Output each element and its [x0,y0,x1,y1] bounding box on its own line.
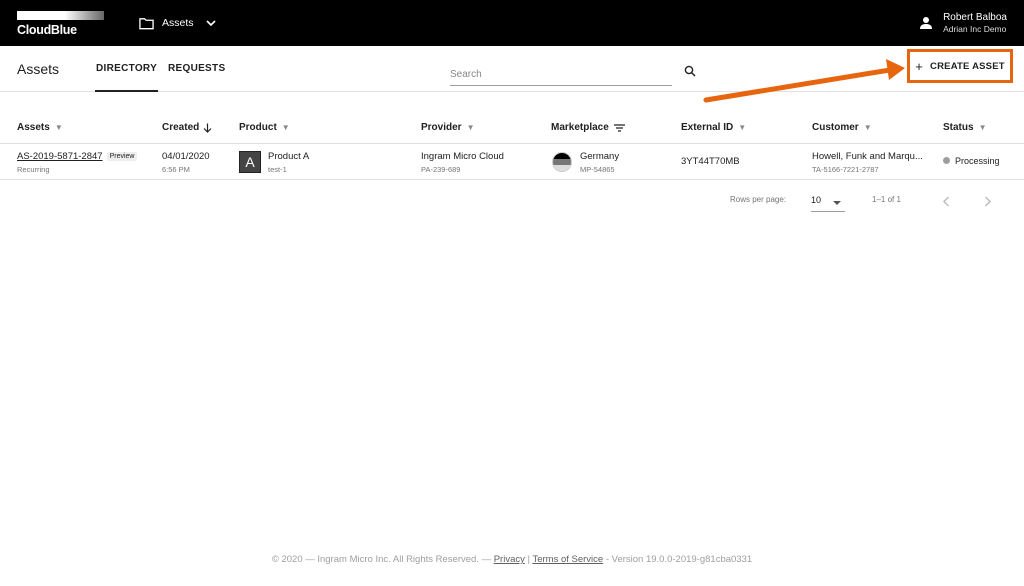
page-title: Assets [17,61,60,77]
product-sub: test-1 [268,165,287,174]
pagination-range: 1–1 of 1 [872,195,901,204]
column-header-customer[interactable]: Customer ▼ [812,122,872,133]
user-icon [920,17,933,29]
column-header-product[interactable]: Product ▼ [239,122,290,133]
marketplace-id: MP-54865 [580,165,615,174]
marketplace-cell: Germany MP-54865 [580,151,619,174]
sort-caret-icon: ▼ [466,123,475,132]
terms-link[interactable]: Terms of Service [532,554,603,565]
previous-page-icon[interactable] [942,196,950,207]
sub-nav: Assets DIRECTORY REQUESTS Search + CREAT… [0,46,1024,92]
rows-per-page-label: Rows per page: [730,195,787,204]
user-account: Adrian Inc Demo [943,24,1007,34]
footer: © 2020 — Ingram Micro Inc. All Rights Re… [0,554,1024,565]
tab-directory[interactable]: DIRECTORY [94,63,159,92]
footer-copyright: © 2020 — Ingram Micro Inc. All Rights Re… [271,554,492,565]
module-label: Assets [162,17,194,29]
module-switcher[interactable]: Assets [139,14,216,32]
tab-requests[interactable]: REQUESTS [168,63,225,74]
germany-flag-icon [552,152,572,172]
user-menu[interactable]: Robert Balboa Adrian Inc Demo [919,12,1007,34]
provider-name: Ingram Micro Cloud [421,151,504,162]
customer-cell: Howell, Funk and Marqu... TA-5166-7221-2… [812,151,923,174]
status-dot-icon [943,157,950,164]
sort-caret-icon: ▼ [738,123,747,132]
create-asset-button[interactable]: + CREATE ASSET [907,49,1013,83]
next-page-icon[interactable] [984,196,992,207]
column-header-marketplace[interactable]: Marketplace [551,122,625,133]
created-cell: 04/01/2020 6:56 PM [162,151,210,174]
customer-id: TA-5166-7221-2787 [812,165,879,174]
customer-name: Howell, Funk and Marqu... [812,151,923,162]
rows-per-page-select[interactable]: 10 [811,192,845,212]
column-header-external-id[interactable]: External ID ▼ [681,122,746,133]
create-asset-label: CREATE ASSET [930,60,1005,72]
marketplace-name: Germany [580,151,620,162]
asset-cell: AS-2019-5871-2847 Preview Recurring [17,151,138,174]
table-row[interactable]: AS-2019-5871-2847 Preview Recurring 04/01… [0,144,1024,180]
sort-caret-icon: ▼ [863,123,872,132]
provider-cell: Ingram Micro Cloud PA-239-689 [421,151,504,174]
column-header-assets[interactable]: Assets ▼ [17,122,63,133]
folder-icon [139,17,154,29]
column-header-status[interactable]: Status ▼ [943,122,986,133]
column-header-provider[interactable]: Provider ▼ [421,122,475,133]
footer-version: - Version 19.0.0-2019-g81cba0331 [605,554,753,565]
filter-icon[interactable] [613,123,625,132]
status-cell: Processing [943,156,1000,166]
status-badge: Processing [955,156,1000,166]
brand-name: CloudBlue [17,23,77,37]
external-id: 3YT44T70MB [681,156,740,167]
plus-icon: + [915,58,924,74]
created-date: 04/01/2020 [162,151,210,162]
dropdown-caret-icon [833,201,841,205]
asset-type: Recurring [17,165,50,174]
product-name: Product A [268,151,310,162]
search-icon[interactable] [684,65,696,77]
sort-caret-icon: ▼ [978,123,987,132]
sort-caret-icon: ▼ [281,123,290,132]
footer-separator: | [527,554,530,565]
arrow-down-icon [203,123,212,133]
chevron-down-icon [205,19,216,26]
column-header-created[interactable]: Created [162,122,212,133]
product-cell: Product A test-1 [268,151,309,174]
provider-id: PA-239-689 [421,165,461,174]
asset-id-link[interactable]: AS-2019-5871-2847 [17,151,103,162]
search-input[interactable]: Search [450,65,672,86]
preview-badge: Preview [106,152,138,161]
product-thumbnail: A [239,151,261,173]
top-bar: CloudBlue Assets Robert Balboa Adrian In… [0,0,1024,46]
sort-caret-icon: ▼ [54,123,63,132]
created-time: 6:56 PM [162,165,190,174]
rows-per-page-value: 10 [811,195,822,205]
logo-bar [17,11,104,20]
privacy-link[interactable]: Privacy [494,554,525,565]
user-name: Robert Balboa [943,12,1007,23]
cloudblue-logo[interactable]: CloudBlue [17,11,104,37]
